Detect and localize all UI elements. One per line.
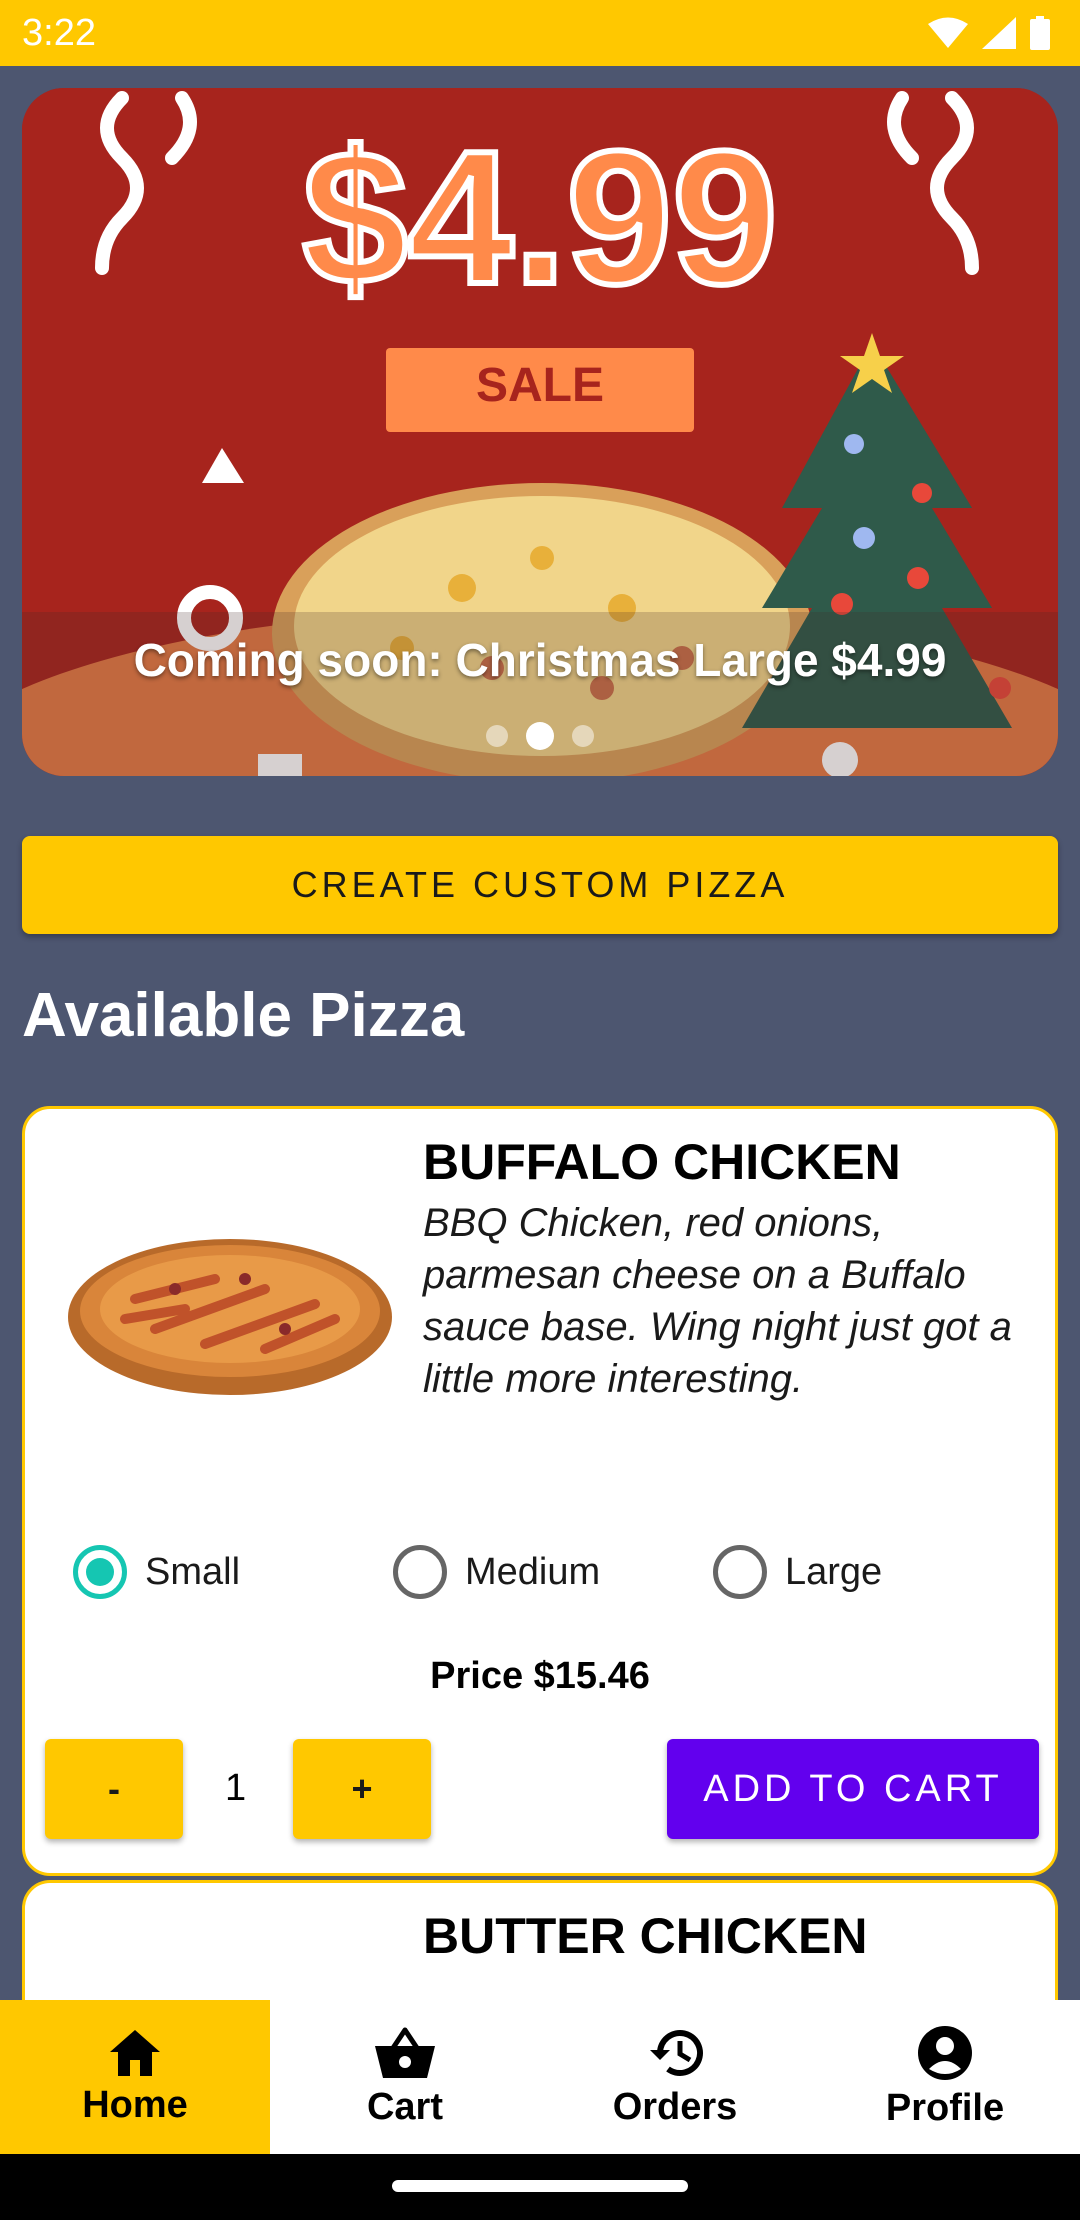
signal-icon — [982, 17, 1016, 49]
account-icon — [918, 2025, 972, 2080]
pizza-name: BUTTER CHICKEN — [423, 1908, 868, 1964]
status-icons — [928, 16, 1050, 50]
section-title: Available Pizza — [22, 981, 465, 1050]
quantity-value: 1 — [225, 1767, 247, 1809]
carousel-indicator — [22, 722, 1058, 750]
system-gesture-bar — [0, 2154, 1080, 2220]
nav-item-orders[interactable]: Orders — [540, 2000, 810, 2154]
nav-item-home[interactable]: Home — [0, 2000, 270, 2154]
bottom-navigation: Home Cart Orders Profile — [0, 2000, 1080, 2154]
size-label: Medium — [465, 1550, 601, 1593]
pizza-name: BUFFALO CHICKEN — [423, 1134, 901, 1190]
create-custom-pizza-button[interactable]: CREATE CUSTOM PIZZA — [22, 836, 1058, 934]
size-option-medium[interactable]: Medium — [393, 1545, 713, 1599]
wifi-icon — [928, 17, 968, 48]
radio-medium[interactable] — [393, 1545, 447, 1599]
home-gesture-handle[interactable] — [392, 2180, 688, 2192]
size-label: Large — [785, 1550, 883, 1593]
carousel-dot-active[interactable] — [526, 722, 554, 750]
history-icon — [650, 2029, 703, 2076]
pizza-price: Price $15.46 — [430, 1655, 650, 1697]
pizza-card: BUFFALO CHICKEN BBQ Chicken, red onions,… — [22, 1106, 1058, 1876]
banner-caption: Coming soon: Christmas Large $4.99 — [133, 634, 947, 686]
nav-item-cart[interactable]: Cart — [270, 2000, 540, 2154]
decrease-quantity-button[interactable]: - — [45, 1739, 183, 1839]
banner-price: $4.99 — [299, 112, 780, 324]
add-to-cart-button[interactable]: ADD TO CART — [667, 1739, 1039, 1839]
nav-label: Home — [82, 2083, 188, 2126]
radio-small[interactable] — [73, 1545, 127, 1599]
radio-large[interactable] — [713, 1545, 767, 1599]
size-option-large[interactable]: Large — [713, 1545, 1033, 1599]
promo-banner[interactable]: $4.99 SALE Coming soon: Christmas Large … — [22, 88, 1058, 776]
carousel-dot[interactable] — [572, 725, 594, 747]
status-bar: 3:22 — [0, 0, 1080, 66]
increase-quantity-button[interactable]: + — [293, 1739, 431, 1839]
nav-label: Orders — [612, 2085, 738, 2128]
size-radio-group: Small Medium Large — [73, 1545, 1033, 1599]
battery-icon — [1030, 16, 1050, 50]
nav-label: Profile — [885, 2086, 1005, 2129]
size-label: Small — [145, 1550, 241, 1593]
home-icon — [110, 2029, 160, 2076]
nav-label: Cart — [366, 2085, 444, 2128]
banner-sale-label: SALE — [475, 359, 604, 412]
pizza-card: BUTTER CHICKEN — [22, 1880, 1058, 2020]
basket-icon — [375, 2027, 435, 2078]
status-time: 3:22 — [22, 11, 96, 54]
size-option-small[interactable]: Small — [73, 1545, 393, 1599]
carousel-dot[interactable] — [486, 725, 508, 747]
pizza-description: BBQ Chicken, red onions, parmesan cheese… — [423, 1201, 1012, 1401]
pizza-image — [68, 1239, 392, 1395]
nav-item-profile[interactable]: Profile — [810, 2000, 1080, 2154]
